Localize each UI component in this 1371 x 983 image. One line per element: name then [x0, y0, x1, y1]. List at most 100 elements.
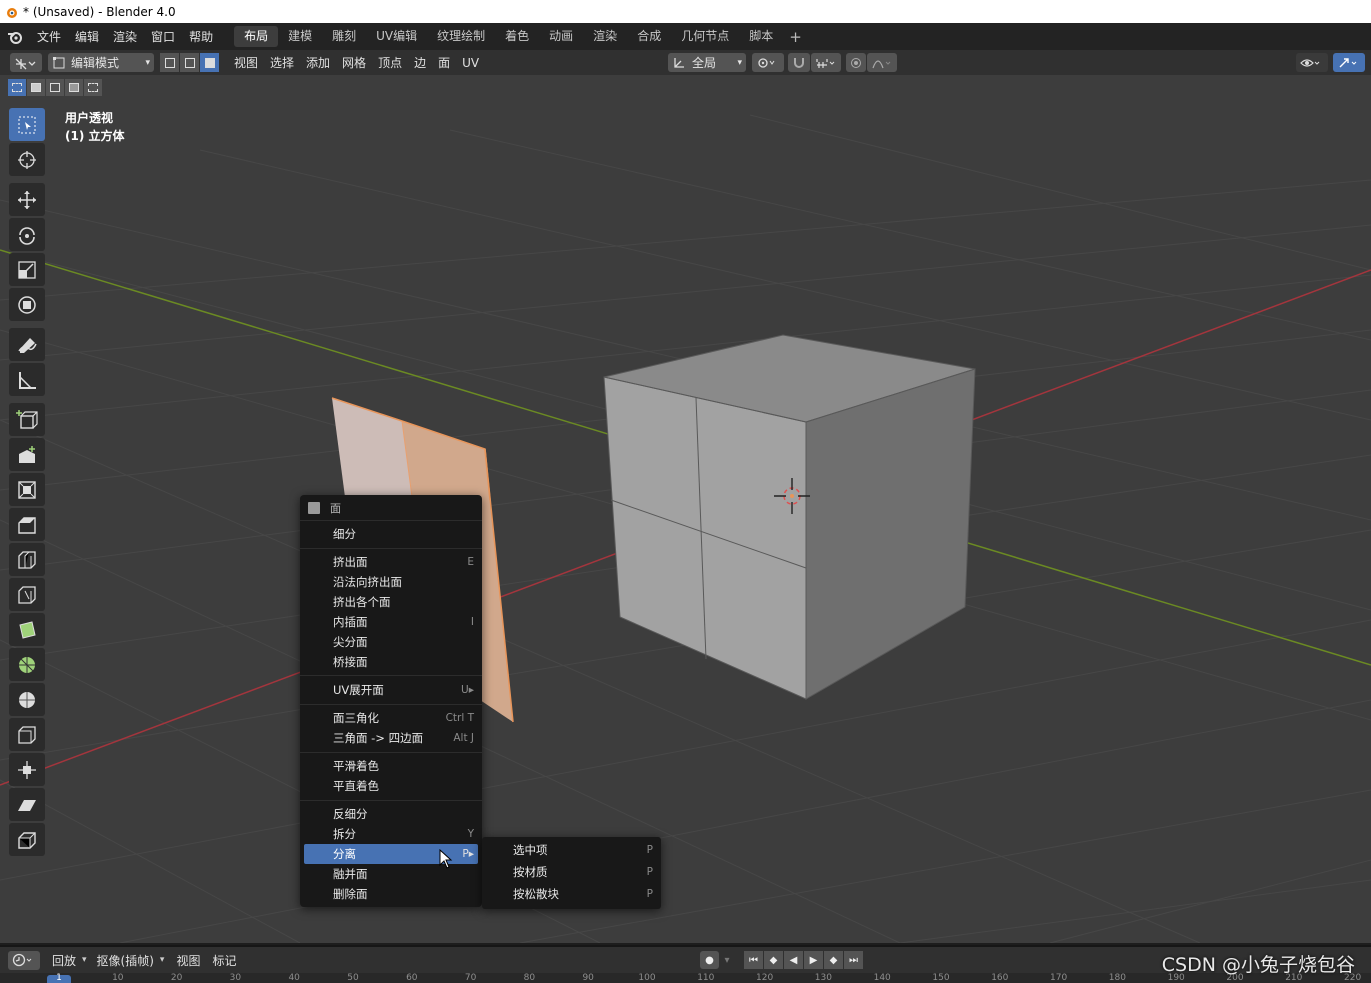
gizmo-toggle[interactable] [1333, 53, 1365, 72]
menu-keying[interactable]: 抠像(插帧) [91, 952, 160, 969]
menu-vertex[interactable]: 顶点 [372, 54, 408, 71]
rotate-tool[interactable] [9, 218, 45, 251]
bevel-tool[interactable] [9, 508, 45, 541]
next-keyframe-icon[interactable]: ◆ [824, 951, 843, 969]
menu-select[interactable]: 选择 [264, 54, 300, 71]
menu-view[interactable]: 视图 [228, 54, 264, 71]
menu-item-poke-faces[interactable]: 尖分面 [300, 632, 482, 652]
mode-dropdown[interactable]: 编辑模式 ▾ [48, 53, 154, 72]
face-select-icon[interactable] [200, 53, 219, 72]
select-extend-icon[interactable] [27, 79, 45, 96]
menu-add[interactable]: 添加 [300, 54, 336, 71]
select-box-tool[interactable] [9, 108, 45, 141]
tab-uv-editing[interactable]: UV编辑 [366, 26, 427, 47]
pivot-point-dropdown[interactable] [752, 53, 784, 72]
tab-layout[interactable]: 布局 [234, 26, 279, 47]
annotate-tool[interactable] [9, 328, 45, 361]
edge-select-icon[interactable] [180, 53, 199, 72]
transform-tool[interactable] [9, 288, 45, 321]
rip-region-tool[interactable] [9, 823, 45, 856]
falloff-dropdown[interactable] [867, 53, 897, 72]
menu-item-un-subdivide[interactable]: 反细分 [300, 804, 482, 824]
tab-compositing[interactable]: 合成 [627, 26, 671, 47]
cursor-tool[interactable] [9, 143, 45, 176]
scale-tool[interactable] [9, 253, 45, 286]
select-new-icon[interactable] [8, 79, 26, 96]
tab-modeling[interactable]: 建模 [278, 26, 322, 47]
menu-help[interactable]: 帮助 [182, 28, 220, 45]
menu-item-triangulate[interactable]: 面三角化 Ctrl T [300, 708, 482, 728]
menu-item-extrude-individual[interactable]: 挤出各个面 [300, 592, 482, 612]
tab-geometry-nodes[interactable]: 几何节点 [671, 26, 739, 47]
add-cube-tool[interactable] [9, 403, 45, 436]
menu-uv[interactable]: UV [456, 56, 485, 70]
cube-mesh[interactable] [603, 334, 976, 700]
select-intersect-icon[interactable] [84, 79, 102, 96]
shear-tool[interactable] [9, 788, 45, 821]
jump-start-icon[interactable]: ⏮ [744, 951, 763, 969]
tab-texture-paint[interactable]: 纹理绘制 [427, 26, 495, 47]
auto-keying-icon[interactable]: ● [700, 951, 719, 969]
smooth-tool[interactable] [9, 683, 45, 716]
keying-chevron-down-icon[interactable]: ▾ [720, 951, 734, 969]
menu-item-subdivide[interactable]: 细分 [300, 524, 482, 544]
menu-item-inset-faces[interactable]: 内插面 I [300, 612, 482, 632]
select-invert-icon[interactable] [65, 79, 83, 96]
transform-orientation-dropdown[interactable]: 全局 ▾ [668, 53, 746, 72]
menu-item-shade-smooth[interactable]: 平滑着色 [300, 756, 482, 776]
snap-toggle[interactable] [788, 53, 810, 72]
menu-marker[interactable]: 标记 [206, 952, 242, 969]
menu-timeline-view[interactable]: 视图 [170, 952, 206, 969]
prev-keyframe-icon[interactable]: ◆ [764, 951, 783, 969]
tab-rendering[interactable]: 渲染 [583, 26, 627, 47]
menu-item-extrude-along-normals[interactable]: 沿法向挤出面 [300, 572, 482, 592]
menu-window[interactable]: 窗口 [144, 28, 182, 45]
timeline-editor-type-dropdown[interactable] [8, 950, 40, 970]
tab-shading[interactable]: 着色 [495, 26, 539, 47]
add-workspace-button[interactable]: + [783, 28, 808, 46]
play-reverse-icon[interactable]: ◀ [784, 951, 803, 969]
menu-item-tris-to-quads[interactable]: 三角面 -> 四边面 Alt J [300, 728, 482, 748]
menu-item-dissolve-faces[interactable]: 融并面 [300, 864, 482, 884]
tab-sculpting[interactable]: 雕刻 [322, 26, 366, 47]
menu-render[interactable]: 渲染 [106, 28, 144, 45]
menu-item-shade-flat[interactable]: 平直着色 [300, 776, 482, 796]
poly-build-tool[interactable] [9, 613, 45, 646]
menu-item-delete-faces[interactable]: 删除面 [300, 884, 482, 904]
menu-item-bridge-faces[interactable]: 桥接面 [300, 652, 482, 672]
spin-tool[interactable] [9, 648, 45, 681]
snap-target-dropdown[interactable] [811, 53, 841, 72]
vertex-select-icon[interactable] [160, 53, 179, 72]
tab-animation[interactable]: 动画 [539, 26, 583, 47]
menu-edge[interactable]: 边 [408, 54, 432, 71]
shrink-fatten-tool[interactable] [9, 753, 45, 786]
3d-viewport[interactable]: 用户透视 (1) 立方体 [0, 75, 1371, 943]
editor-type-dropdown[interactable] [10, 53, 42, 72]
inset-faces-tool[interactable] [9, 473, 45, 506]
submenu-item-by-material[interactable]: 按材质 P [482, 861, 661, 883]
menu-item-split[interactable]: 拆分 Y [300, 824, 482, 844]
measure-tool[interactable] [9, 363, 45, 396]
ruler-frame-label: 90 [582, 973, 594, 983]
submenu-item-selection[interactable]: 选中项 P [482, 839, 661, 861]
knife-tool[interactable] [9, 578, 45, 611]
edge-slide-tool[interactable] [9, 718, 45, 751]
menu-playback[interactable]: 回放 [46, 952, 82, 969]
menu-file[interactable]: 文件 [30, 28, 68, 45]
select-subtract-icon[interactable] [46, 79, 64, 96]
loop-cut-tool[interactable] [9, 543, 45, 576]
play-icon[interactable]: ▶ [804, 951, 823, 969]
menu-item-uv-unwrap[interactable]: UV展开面 U▸ [300, 679, 482, 701]
menu-edit[interactable]: 编辑 [68, 28, 106, 45]
proportional-edit-toggle[interactable] [846, 53, 866, 72]
visibility-dropdown[interactable] [1296, 53, 1328, 72]
menu-mesh[interactable]: 网格 [336, 54, 372, 71]
jump-end-icon[interactable]: ⏭ [844, 951, 863, 969]
move-tool[interactable] [9, 183, 45, 216]
menu-face[interactable]: 面 [432, 54, 456, 71]
menu-item-extrude-faces[interactable]: 挤出面 E [300, 552, 482, 572]
submenu-item-by-loose-parts[interactable]: 按松散块 P [482, 883, 661, 905]
blender-menu-icon[interactable] [0, 29, 30, 45]
tab-scripting[interactable]: 脚本 [739, 26, 783, 47]
extrude-region-tool[interactable] [9, 438, 45, 471]
